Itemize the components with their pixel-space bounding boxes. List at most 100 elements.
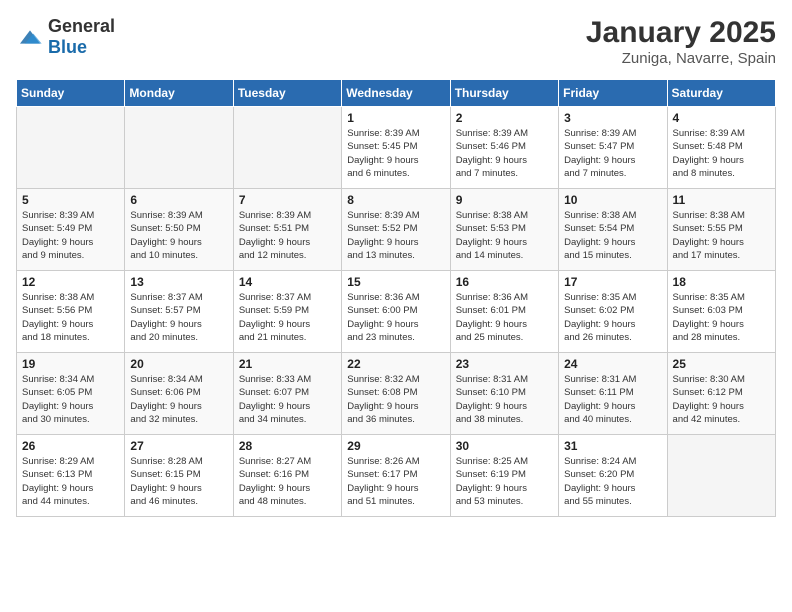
calendar-cell: 11 Sunrise: 8:38 AMSunset: 5:55 PMDayligh…	[667, 189, 775, 271]
calendar-week-row: 1Sunrise: 8:39 AMSunset: 5:45 PMDaylight…	[17, 107, 776, 189]
day-number: 20	[130, 357, 227, 371]
calendar-cell: 5Sunrise: 8:39 AMSunset: 5:49 PMDaylight…	[17, 189, 125, 271]
day-number: 19	[22, 357, 119, 371]
calendar-week-row: 26Sunrise: 8:29 AMSunset: 6:13 PMDayligh…	[17, 435, 776, 517]
day-info: Sunrise: 8:39 AMSunset: 5:47 PMDaylight:…	[564, 127, 661, 180]
day-info: Sunrise: 8:37 AMSunset: 5:59 PMDaylight:…	[239, 291, 336, 344]
day-info: Sunrise: 8:38 AMSunset: 5:56 PMDaylight:…	[22, 291, 119, 344]
logo-general: General	[48, 16, 115, 36]
calendar-week-row: 12 Sunrise: 8:38 AMSunset: 5:56 PMDayligh…	[17, 271, 776, 353]
weekday-header-row: SundayMondayTuesdayWednesdayThursdayFrid…	[17, 80, 776, 107]
calendar-cell	[17, 107, 125, 189]
weekday-header: Monday	[125, 80, 233, 107]
calendar-cell: 1Sunrise: 8:39 AMSunset: 5:45 PMDaylight…	[342, 107, 450, 189]
day-number: 3	[564, 111, 661, 125]
calendar-cell: 31 Sunrise: 8:24 AMSunset: 6:20 PMDayligh…	[559, 435, 667, 517]
calendar-week-row: 5Sunrise: 8:39 AMSunset: 5:49 PMDaylight…	[17, 189, 776, 271]
day-number: 29	[347, 439, 444, 453]
day-number: 18	[673, 275, 770, 289]
day-number: 4	[673, 111, 770, 125]
day-info: Sunrise: 8:31 AMSunset: 6:11 PMDaylight:…	[564, 373, 661, 426]
day-number: 2	[456, 111, 553, 125]
calendar-cell: 19 Sunrise: 8:34 AMSunset: 6:05 PMDayligh…	[17, 353, 125, 435]
day-info: Sunrise: 8:25 AMSunset: 6:19 PMDaylight:…	[456, 455, 553, 508]
day-info: Sunrise: 8:39 AMSunset: 5:50 PMDaylight:…	[130, 209, 227, 262]
logo-icon	[16, 27, 44, 47]
page-header: General Blue January 2025 Zuniga, Navarr…	[16, 16, 776, 67]
day-info: Sunrise: 8:38 AMSunset: 5:53 PMDaylight:…	[456, 209, 553, 262]
day-info: Sunrise: 8:35 AMSunset: 6:03 PMDaylight:…	[673, 291, 770, 344]
calendar-cell	[125, 107, 233, 189]
day-info: Sunrise: 8:37 AMSunset: 5:57 PMDaylight:…	[130, 291, 227, 344]
day-number: 27	[130, 439, 227, 453]
calendar-cell: 24 Sunrise: 8:31 AMSunset: 6:11 PMDayligh…	[559, 353, 667, 435]
day-info: Sunrise: 8:39 AMSunset: 5:49 PMDaylight:…	[22, 209, 119, 262]
day-number: 26	[22, 439, 119, 453]
day-info: Sunrise: 8:26 AMSunset: 6:17 PMDaylight:…	[347, 455, 444, 508]
calendar-cell: 10 Sunrise: 8:38 AMSunset: 5:54 PMDayligh…	[559, 189, 667, 271]
day-info: Sunrise: 8:39 AMSunset: 5:46 PMDaylight:…	[456, 127, 553, 180]
calendar-cell: 3 Sunrise: 8:39 AMSunset: 5:47 PMDaylight…	[559, 107, 667, 189]
calendar-cell: 12 Sunrise: 8:38 AMSunset: 5:56 PMDayligh…	[17, 271, 125, 353]
weekday-header: Tuesday	[233, 80, 341, 107]
calendar-cell: 25Sunrise: 8:30 AMSunset: 6:12 PMDayligh…	[667, 353, 775, 435]
calendar-week-row: 19 Sunrise: 8:34 AMSunset: 6:05 PMDayligh…	[17, 353, 776, 435]
calendar-cell: 26Sunrise: 8:29 AMSunset: 6:13 PMDayligh…	[17, 435, 125, 517]
calendar-cell: 22Sunrise: 8:32 AMSunset: 6:08 PMDayligh…	[342, 353, 450, 435]
day-number: 11	[673, 193, 770, 207]
day-info: Sunrise: 8:30 AMSunset: 6:12 PMDaylight:…	[673, 373, 770, 426]
day-number: 31	[564, 439, 661, 453]
day-number: 23	[456, 357, 553, 371]
calendar-cell: 21Sunrise: 8:33 AMSunset: 6:07 PMDayligh…	[233, 353, 341, 435]
calendar-cell: 17 Sunrise: 8:35 AMSunset: 6:02 PMDayligh…	[559, 271, 667, 353]
calendar-cell: 4 Sunrise: 8:39 AMSunset: 5:48 PMDaylight…	[667, 107, 775, 189]
day-number: 15	[347, 275, 444, 289]
calendar-cell: 28 Sunrise: 8:27 AMSunset: 6:16 PMDayligh…	[233, 435, 341, 517]
weekday-header: Saturday	[667, 80, 775, 107]
day-number: 28	[239, 439, 336, 453]
weekday-header: Sunday	[17, 80, 125, 107]
day-info: Sunrise: 8:27 AMSunset: 6:16 PMDaylight:…	[239, 455, 336, 508]
day-info: Sunrise: 8:32 AMSunset: 6:08 PMDaylight:…	[347, 373, 444, 426]
calendar-subtitle: Zuniga, Navarre, Spain	[586, 50, 776, 67]
calendar-cell: 27 Sunrise: 8:28 AMSunset: 6:15 PMDayligh…	[125, 435, 233, 517]
day-info: Sunrise: 8:38 AMSunset: 5:54 PMDaylight:…	[564, 209, 661, 262]
day-info: Sunrise: 8:38 AMSunset: 5:55 PMDaylight:…	[673, 209, 770, 262]
day-number: 24	[564, 357, 661, 371]
logo-blue: Blue	[48, 37, 87, 57]
calendar-cell: 14 Sunrise: 8:37 AMSunset: 5:59 PMDayligh…	[233, 271, 341, 353]
logo: General Blue	[16, 16, 115, 58]
day-number: 7	[239, 193, 336, 207]
day-number: 10	[564, 193, 661, 207]
day-number: 1	[347, 111, 444, 125]
calendar-cell: 8 Sunrise: 8:39 AMSunset: 5:52 PMDaylight…	[342, 189, 450, 271]
day-info: Sunrise: 8:39 AMSunset: 5:48 PMDaylight:…	[673, 127, 770, 180]
day-info: Sunrise: 8:24 AMSunset: 6:20 PMDaylight:…	[564, 455, 661, 508]
day-info: Sunrise: 8:35 AMSunset: 6:02 PMDaylight:…	[564, 291, 661, 344]
day-number: 17	[564, 275, 661, 289]
day-info: Sunrise: 8:36 AMSunset: 6:01 PMDaylight:…	[456, 291, 553, 344]
calendar-title: January 2025	[586, 16, 776, 50]
day-number: 9	[456, 193, 553, 207]
calendar-cell: 30 Sunrise: 8:25 AMSunset: 6:19 PMDayligh…	[450, 435, 558, 517]
day-number: 6	[130, 193, 227, 207]
day-info: Sunrise: 8:28 AMSunset: 6:15 PMDaylight:…	[130, 455, 227, 508]
day-number: 8	[347, 193, 444, 207]
day-number: 30	[456, 439, 553, 453]
calendar-cell: 6 Sunrise: 8:39 AMSunset: 5:50 PMDaylight…	[125, 189, 233, 271]
day-number: 13	[130, 275, 227, 289]
day-info: Sunrise: 8:34 AMSunset: 6:05 PMDaylight:…	[22, 373, 119, 426]
weekday-header: Friday	[559, 80, 667, 107]
day-number: 12	[22, 275, 119, 289]
calendar-cell: 7 Sunrise: 8:39 AMSunset: 5:51 PMDaylight…	[233, 189, 341, 271]
weekday-header: Wednesday	[342, 80, 450, 107]
day-info: Sunrise: 8:39 AMSunset: 5:52 PMDaylight:…	[347, 209, 444, 262]
day-number: 14	[239, 275, 336, 289]
logo-text: General Blue	[48, 16, 115, 58]
calendar-cell	[667, 435, 775, 517]
calendar-cell: 2 Sunrise: 8:39 AMSunset: 5:46 PMDaylight…	[450, 107, 558, 189]
day-info: Sunrise: 8:39 AMSunset: 5:51 PMDaylight:…	[239, 209, 336, 262]
day-info: Sunrise: 8:34 AMSunset: 6:06 PMDaylight:…	[130, 373, 227, 426]
calendar-cell: 13 Sunrise: 8:37 AMSunset: 5:57 PMDayligh…	[125, 271, 233, 353]
calendar-cell: 18 Sunrise: 8:35 AMSunset: 6:03 PMDayligh…	[667, 271, 775, 353]
